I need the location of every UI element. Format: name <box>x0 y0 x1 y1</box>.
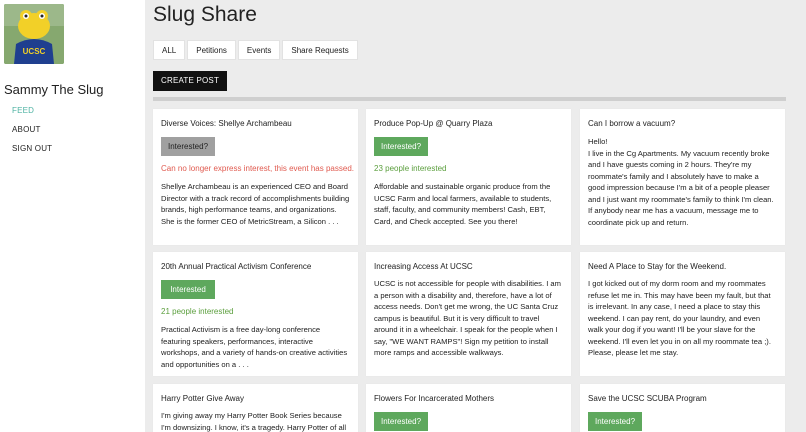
create-post-button[interactable]: CREATE POST <box>153 71 228 91</box>
post-card[interactable]: Save the UCSC SCUBA Program Interested? <box>580 384 785 432</box>
post-title: Diverse Voices: Shellye Archambeau <box>161 119 292 128</box>
post-card[interactable]: 20th Annual Practical Activism Conferenc… <box>153 252 358 376</box>
post-title: Can I borrow a vacuum? <box>588 119 676 128</box>
post-title: 20th Annual Practical Activism Conferenc… <box>161 262 312 271</box>
avatar: UCSC <box>4 4 64 64</box>
post-description: Practical Activism is a free day-long co… <box>161 325 348 369</box>
post-card[interactable]: Diverse Voices: Shellye Archambeau Inter… <box>153 109 358 245</box>
post-description: Affordable and sustainable organic produ… <box>374 182 552 226</box>
avatar-badge-text: UCSC <box>23 47 46 56</box>
interested-button[interactable]: Interested? <box>374 412 428 431</box>
interested-button[interactable]: Interested? <box>588 412 642 431</box>
post-title: Produce Pop-Up @ Quarry Plaza <box>374 119 493 128</box>
nav-item-feed[interactable]: FEED <box>12 106 52 125</box>
sidebar: UCSC Sammy The Slug FEED ABOUT SIGN OUT <box>0 0 145 432</box>
divider <box>153 97 786 101</box>
tab-share-requests[interactable]: Share Requests <box>282 40 358 60</box>
user-name: Sammy The Slug <box>4 82 104 97</box>
post-description: UCSC is not accessible for people with d… <box>374 279 561 357</box>
post-card[interactable]: Can I borrow a vacuum? Hello! I live in … <box>580 109 785 245</box>
post-title: Flowers For Incarcerated Mothers <box>374 394 495 403</box>
post-title: Need A Place to Stay for the Weekend. <box>588 262 727 271</box>
post-status: 21 people interested <box>161 307 234 316</box>
interested-button[interactable]: Interested <box>161 280 215 299</box>
filter-tabs: ALL Petitions Events Share Requests <box>153 40 360 60</box>
interested-button[interactable]: Interested? <box>374 137 428 156</box>
post-title: Increasing Access At UCSC <box>374 262 473 271</box>
post-card[interactable]: Harry Potter Give Away I'm giving away m… <box>153 384 358 432</box>
post-title: Save the UCSC SCUBA Program <box>588 394 707 403</box>
post-card[interactable]: Produce Pop-Up @ Quarry Plaza Interested… <box>366 109 571 245</box>
sidebar-nav: FEED ABOUT SIGN OUT <box>12 106 52 163</box>
post-description: I'm giving away my Harry Potter Book Ser… <box>161 411 347 432</box>
post-status: 23 people interested <box>374 164 447 173</box>
tab-events[interactable]: Events <box>237 40 281 60</box>
nav-item-about[interactable]: ABOUT <box>12 125 52 144</box>
interested-button[interactable]: Interested? <box>161 137 215 156</box>
post-description: Shellye Archambeau is an experienced CEO… <box>161 182 350 226</box>
post-title: Harry Potter Give Away <box>161 394 244 403</box>
post-card[interactable]: Flowers For Incarcerated Mothers Interes… <box>366 384 571 432</box>
nav-item-sign-out[interactable]: SIGN OUT <box>12 144 52 163</box>
tab-petitions[interactable]: Petitions <box>187 40 236 60</box>
post-description: Hello! I live in the Cg Apartments. My v… <box>588 137 774 227</box>
page-title: Slug Share <box>153 3 257 26</box>
post-description: I got kicked out of my dorm room and my … <box>588 279 771 357</box>
tab-all[interactable]: ALL <box>153 40 186 60</box>
post-card[interactable]: Increasing Access At UCSC UCSC is not ac… <box>366 252 571 376</box>
post-card[interactable]: Need A Place to Stay for the Weekend. I … <box>580 252 785 376</box>
post-status: Can no longer express interest, this eve… <box>161 164 354 173</box>
